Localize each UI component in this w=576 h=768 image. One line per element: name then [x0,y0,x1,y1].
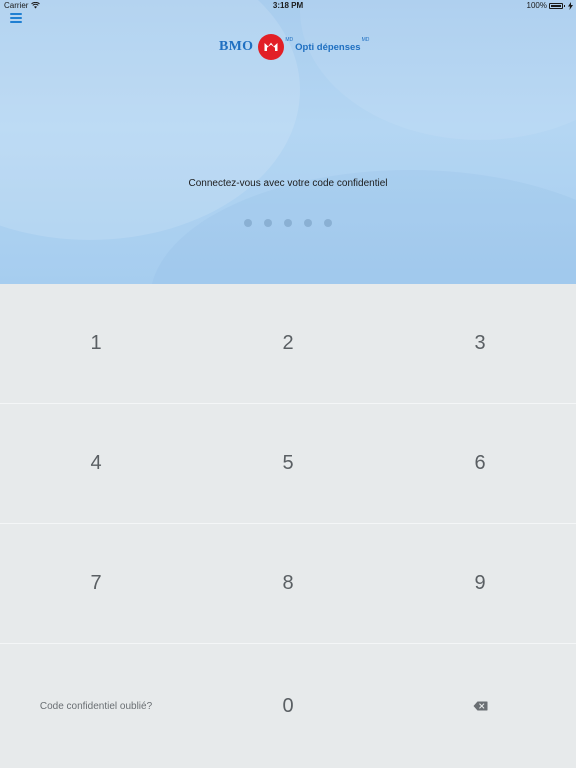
forgot-pin-button[interactable]: Code confidentiel oublié? [0,644,192,768]
battery-level [551,4,561,7]
status-time: 3:18 PM [272,1,304,10]
logo-product-text: Opti dépenses [295,41,361,53]
keypad-key-2[interactable]: 2 [192,284,384,404]
battery-percentage: 100% [526,1,547,10]
bmo-logo: BMO MD Opti dépenses MD [219,34,369,60]
login-prompt: Connectez-vous avec votre code confident… [188,178,388,189]
pin-indicator [0,219,576,227]
keypad-key-6[interactable]: 6 [384,404,576,524]
login-screen: Carrier 3:18 PM 100% BMO MD Opti dépense… [0,0,576,768]
numeric-keypad: 1 2 3 4 5 6 7 8 9 Code confidentiel oubl… [0,284,576,768]
bmo-roundel-icon [258,34,285,60]
battery-icon [549,2,565,9]
status-battery-area: 100% [527,1,573,10]
pin-dot [324,219,332,227]
header-panel: Carrier 3:18 PM 100% BMO MD Opti dépense… [0,0,576,284]
logo-superscript: MD [285,37,294,43]
keypad-key-5[interactable]: 5 [192,404,384,524]
pin-dot [284,219,292,227]
pin-dot [264,219,272,227]
logo-superscript: MD [361,37,370,43]
backspace-button[interactable] [384,644,576,768]
charging-icon [568,1,573,10]
keypad-key-1[interactable]: 1 [0,284,192,404]
keypad-key-4[interactable]: 4 [0,404,192,524]
keypad-key-0[interactable]: 0 [192,644,384,768]
hamburger-menu-icon[interactable] [10,13,22,23]
keypad-key-3[interactable]: 3 [384,284,576,404]
backspace-icon [473,701,487,711]
keypad-key-7[interactable]: 7 [0,524,192,644]
keypad-key-9[interactable]: 9 [384,524,576,644]
background-shape [300,0,576,140]
logo-brand-text: BMO [219,39,254,54]
keypad-key-8[interactable]: 8 [192,524,384,644]
status-bar: Carrier 3:18 PM 100% [0,0,576,12]
pin-dot [244,219,252,227]
pin-dot [304,219,312,227]
